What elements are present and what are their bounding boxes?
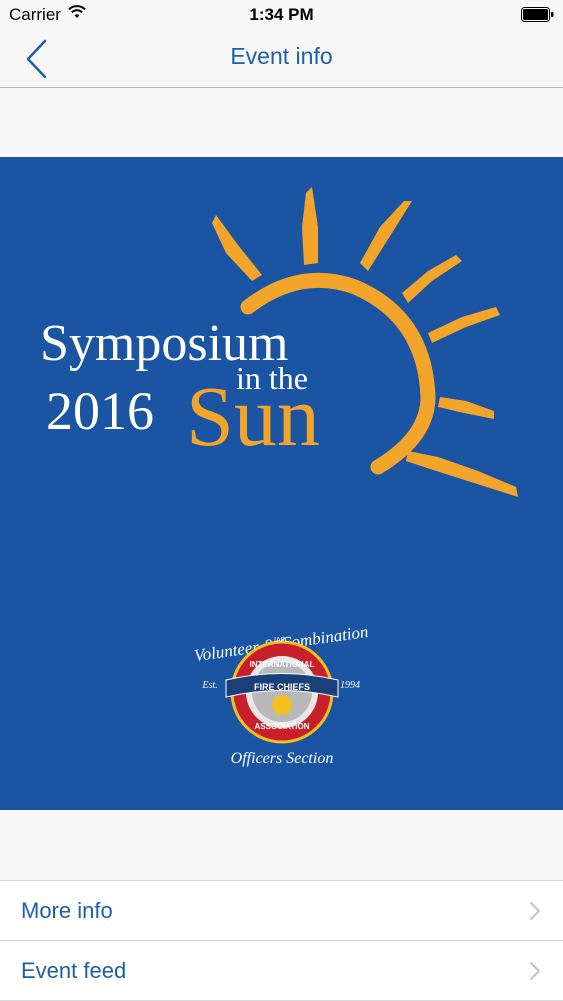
battery-icon bbox=[521, 7, 554, 22]
event-banner: Symposium 2016 in the Sun Volunteer & Co… bbox=[0, 157, 563, 810]
page-title: Event info bbox=[230, 43, 333, 69]
banner-year: 2016 bbox=[46, 381, 154, 441]
menu-item-more-info[interactable]: More info bbox=[0, 881, 563, 941]
chevron-right-icon bbox=[530, 962, 540, 980]
menu-item-label: More info bbox=[21, 898, 113, 923]
seal-year: 1994 bbox=[340, 680, 360, 691]
menu-item-label: Event feed bbox=[21, 958, 127, 983]
banner-sun: Sun bbox=[186, 368, 320, 464]
seal-ring-bottom: ASSOCIATION bbox=[255, 722, 310, 731]
menu-item-event-feed[interactable]: Event feed bbox=[0, 941, 563, 1001]
seal-est: Est. bbox=[201, 680, 217, 691]
navigation-bar: Event info bbox=[0, 30, 563, 88]
seal-band: FIRE CHIEFS bbox=[254, 682, 310, 692]
seal-ring-top: INTERNATIONAL bbox=[250, 660, 315, 669]
chevron-right-icon bbox=[530, 902, 540, 920]
event-logo: Symposium 2016 in the Sun Volunteer & Co… bbox=[40, 187, 518, 767]
status-bar: Carrier 1:34 PM bbox=[0, 0, 563, 30]
iafc-seal: Volunteer & Combination INTERNATIONAL AS… bbox=[193, 622, 370, 767]
status-time: 1:34 PM bbox=[249, 5, 314, 24]
seal-bottom-text: Officers Section bbox=[231, 750, 334, 767]
seal-monogram: IAFC bbox=[274, 637, 290, 644]
event-menu: More info Event feed bbox=[0, 880, 563, 1001]
